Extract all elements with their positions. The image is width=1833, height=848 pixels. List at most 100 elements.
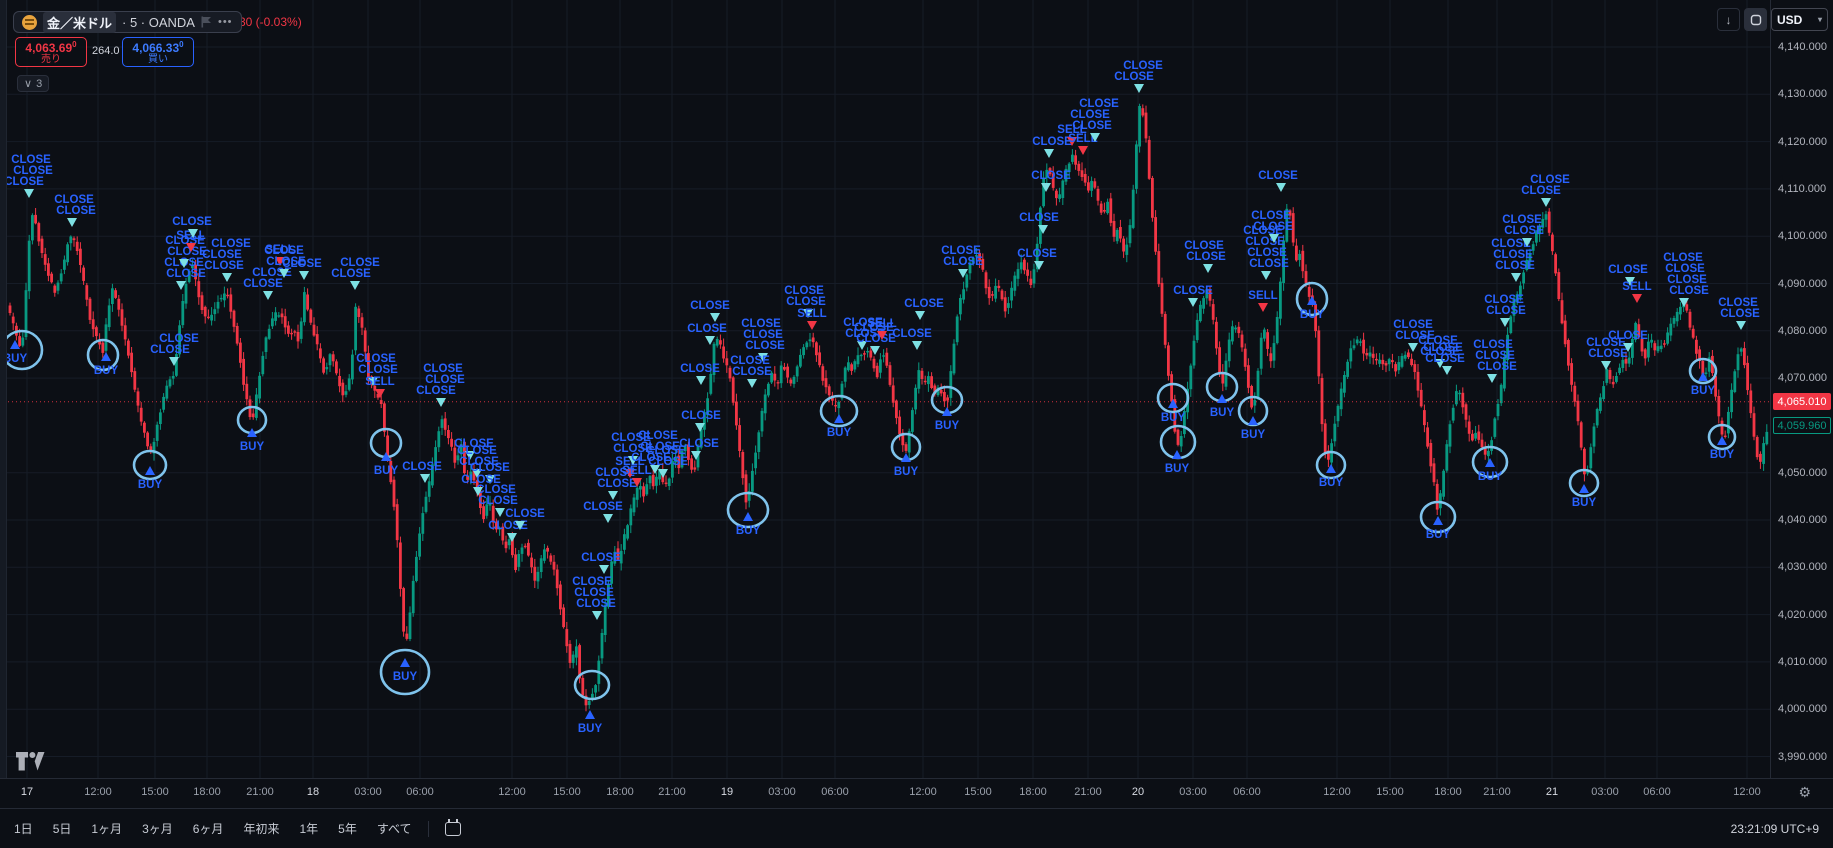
sell-button[interactable]: 4,063.690 売り [15, 37, 87, 67]
svg-text:BUY: BUY [578, 723, 603, 735]
buy-button[interactable]: 4,066.330 買い [122, 37, 194, 67]
time-tick-label: 15:00 [141, 786, 169, 798]
sell-price-sup: 0 [72, 39, 77, 49]
flag-icon[interactable] [201, 16, 212, 28]
gear-icon[interactable]: ⚙ [1798, 784, 1811, 801]
svg-text:BUY: BUY [94, 365, 119, 377]
svg-text:CLOSE: CLOSE [1032, 136, 1072, 148]
toolbar-divider [427, 820, 429, 837]
clock-timezone[interactable]: 23:21:09 UTC+9 [1731, 822, 1819, 836]
time-tick-label: 12:00 [1323, 786, 1351, 798]
maximize-chart-button[interactable] [1744, 8, 1767, 31]
price-tick-label: 4,130.000 [1778, 88, 1827, 100]
svg-text:CLOSE: CLOSE [416, 385, 456, 397]
gold-symbol-icon [22, 14, 37, 30]
svg-text:BUY: BUY [1241, 429, 1266, 441]
range-button[interactable]: 6ヶ月 [193, 820, 224, 837]
indicator-count: 3 [36, 77, 43, 90]
svg-text:CLOSE: CLOSE [1475, 350, 1515, 362]
svg-text:CLOSE: CLOSE [1665, 263, 1705, 275]
time-tick-label: 21:00 [246, 786, 274, 798]
svg-text:CLOSE: CLOSE [576, 598, 616, 610]
time-tick-label: 03:00 [1179, 786, 1207, 798]
svg-text:CLOSE: CLOSE [597, 478, 637, 490]
range-button[interactable]: 5日 [53, 820, 72, 837]
svg-text:BUY: BUY [1319, 477, 1344, 489]
svg-text:BUY: BUY [393, 671, 418, 683]
svg-text:CLOSE: CLOSE [1393, 319, 1433, 331]
svg-text:CLOSE: CLOSE [1486, 305, 1526, 317]
svg-text:CLOSE: CLOSE [172, 216, 212, 228]
bottom-toolbar: 1日 5日 1ヶ月 3ヶ月 6ヶ月 年初来 1年 5年 すべて 23:21:09 UTC+9 [0, 808, 1833, 848]
svg-text:CLOSE: CLOSE [1521, 185, 1561, 197]
symbol-pill[interactable]: 金／米ドル · 5 · OANDA ••• [13, 11, 242, 33]
svg-text:CLOSE: CLOSE [745, 340, 785, 352]
svg-text:CLOSE: CLOSE [572, 576, 612, 588]
svg-text:CLOSE: CLOSE [681, 410, 721, 422]
range-button[interactable]: 1年 [299, 820, 318, 837]
svg-text:BUY: BUY [1165, 463, 1190, 475]
buy-price-sup: 0 [179, 39, 184, 49]
svg-text:CLOSE: CLOSE [786, 296, 826, 308]
caret-down-icon: ▾ [1817, 15, 1822, 24]
range-button[interactable]: すべて [377, 820, 412, 837]
svg-text:CLOSE: CLOSE [461, 474, 501, 486]
svg-text:SELL: SELL [1248, 290, 1277, 302]
time-tick-label: 15:00 [553, 786, 581, 798]
svg-text:CLOSE: CLOSE [1663, 252, 1703, 264]
price-tick-label: 4,120.000 [1778, 136, 1827, 148]
svg-text:CLOSE: CLOSE [11, 154, 51, 166]
time-tick-label: 19 [720, 786, 734, 798]
svg-text:CLOSE: CLOSE [1608, 264, 1648, 276]
svg-text:CLOSE: CLOSE [1019, 212, 1059, 224]
scroll-to-latest-button[interactable]: ↓ [1717, 8, 1740, 31]
svg-text:BUY: BUY [1161, 412, 1186, 424]
svg-text:CLOSE: CLOSE [425, 374, 465, 386]
price-tick-label: 3,990.000 [1778, 751, 1827, 763]
svg-text:CLOSE: CLOSE [1079, 98, 1119, 110]
svg-text:CLOSE: CLOSE [1608, 330, 1648, 342]
svg-text:CLOSE: CLOSE [1504, 225, 1544, 237]
svg-text:CLOSE: CLOSE [856, 333, 896, 345]
svg-text:CLOSE: CLOSE [1123, 60, 1163, 72]
range-button[interactable]: 5年 [338, 820, 357, 837]
time-tick-label: 12:00 [1733, 786, 1761, 798]
svg-text:CLOSE: CLOSE [941, 245, 981, 257]
price-chart[interactable]: CLOSE CLOSE CLOSE CLOSE CLOSE BUY BUY BUY CLOSE C… [0, 0, 1770, 778]
date-range-buttons: 1日 5日 1ヶ月 3ヶ月 6ヶ月 年初来 1年 5年 すべて [14, 820, 412, 837]
svg-text:CLOSE: CLOSE [1114, 71, 1154, 83]
price-tick-label: 4,080.000 [1778, 325, 1827, 337]
range-button[interactable]: 年初来 [243, 820, 279, 837]
svg-text:BUY: BUY [374, 465, 399, 477]
range-button[interactable]: 1ヶ月 [91, 820, 122, 837]
go-to-date-icon[interactable] [444, 818, 461, 836]
svg-text:CLOSE: CLOSE [56, 205, 96, 217]
range-button[interactable]: 3ヶ月 [142, 820, 173, 837]
svg-text:CLOSE: CLOSE [1245, 236, 1285, 248]
symbol-name[interactable]: 金／米ドル [43, 11, 117, 33]
last-price-tag: 4,065.010 [1773, 393, 1831, 410]
more-options-icon[interactable]: ••• [218, 16, 233, 28]
range-button[interactable]: 1日 [14, 820, 33, 837]
svg-text:CLOSE: CLOSE [204, 260, 244, 272]
svg-text:BUY: BUY [138, 479, 163, 491]
tradingview-logo[interactable] [16, 752, 46, 771]
svg-text:CLOSE: CLOSE [1247, 247, 1287, 259]
svg-text:CLOSE: CLOSE [583, 501, 623, 513]
price-axis[interactable]: 4,140.000 4,130.000 4,120.000 4,110.000 4,10… [1770, 0, 1833, 778]
buy-label: 買い [148, 53, 168, 65]
svg-text:CLOSE: CLOSE [1720, 308, 1760, 320]
time-tick-label: 21:00 [1483, 786, 1511, 798]
price-change-text: 30 (-0.03%) [239, 15, 302, 29]
svg-text:CLOSE: CLOSE [1667, 274, 1707, 286]
svg-text:CLOSE: CLOSE [358, 364, 398, 376]
time-tick-label: 18 [306, 786, 320, 798]
currency-value: USD [1777, 12, 1803, 27]
spread-value: 264.0 [92, 45, 120, 57]
time-tick-label: 18:00 [1019, 786, 1047, 798]
collapsed-drawing-toolbar[interactable] [0, 0, 7, 778]
indicator-collapse-chip[interactable]: ∨ 3 [17, 75, 50, 92]
time-axis[interactable]: ⚙ 17 12:00 15:00 18:00 21:00 18 03:00 06:00 12:0… [0, 778, 1833, 808]
currency-dropdown[interactable]: USD ▾ [1771, 8, 1828, 31]
time-tick-label: 06:00 [1233, 786, 1261, 798]
